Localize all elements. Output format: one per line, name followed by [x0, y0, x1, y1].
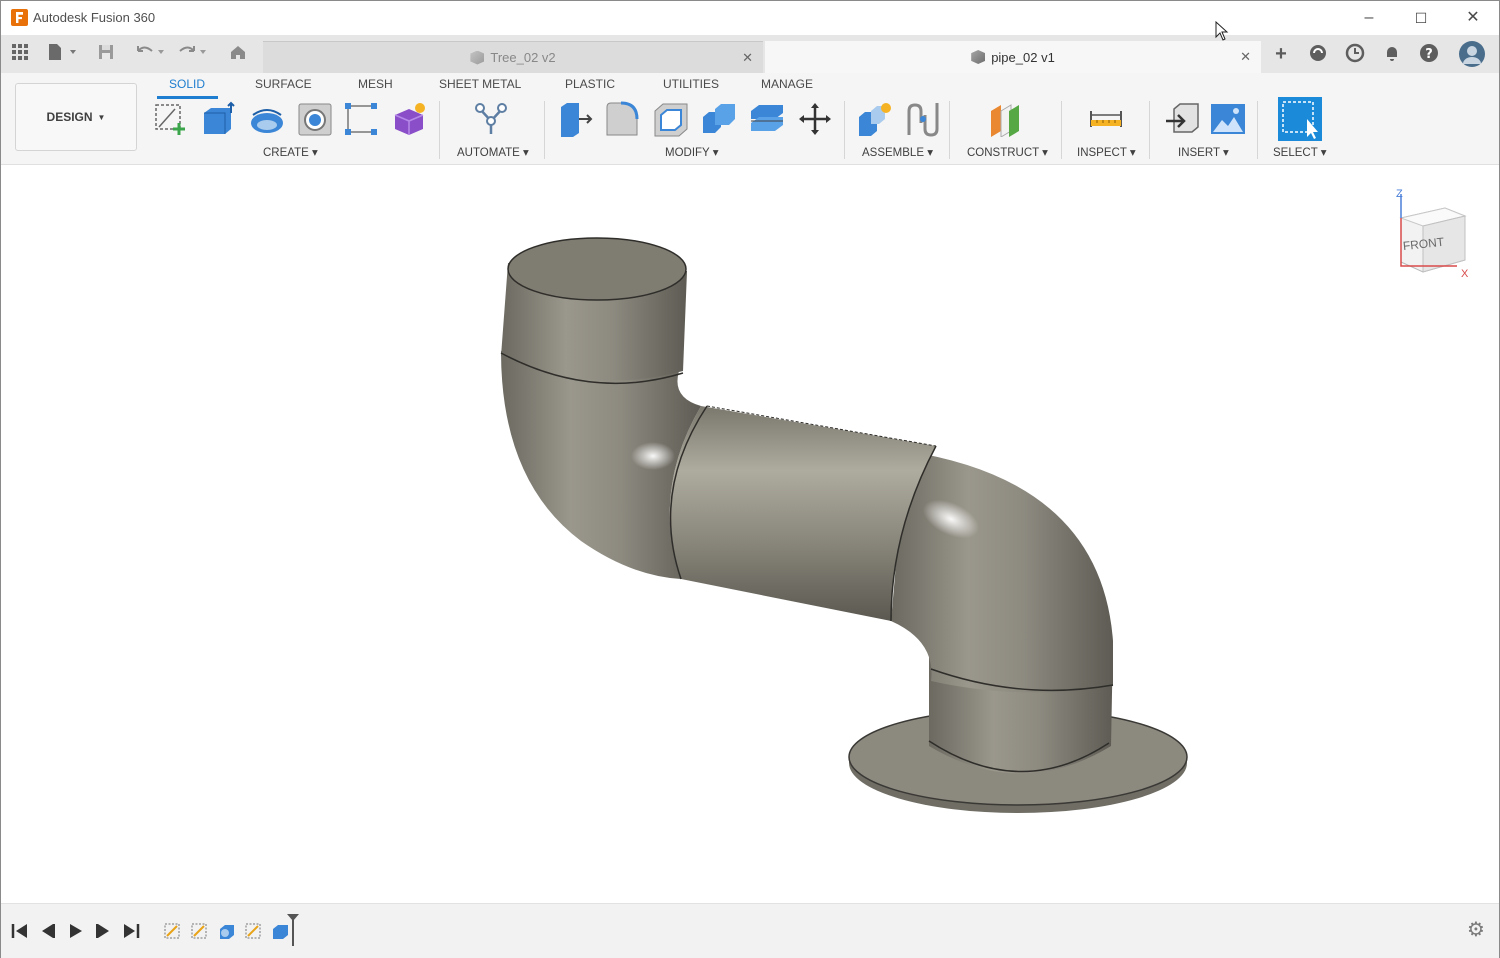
viewcube[interactable]: FRONT Z X: [1393, 186, 1473, 281]
maximize-button[interactable]: ☐: [1409, 7, 1433, 29]
toolbar-separator: [544, 101, 545, 159]
svg-text:?: ?: [1425, 47, 1433, 62]
tab-mesh[interactable]: MESH: [358, 77, 393, 91]
group-modify[interactable]: MODIFY ▾: [665, 145, 718, 159]
new-component-icon[interactable]: [857, 101, 893, 137]
tab-label: pipe_02 v1: [991, 49, 1055, 65]
chevron-down-icon: ▼: [97, 112, 106, 122]
insert-derive-icon[interactable]: [1164, 101, 1200, 137]
fusion-logo-icon: [11, 9, 28, 26]
combine-icon[interactable]: [701, 101, 737, 137]
group-automate[interactable]: AUTOMATE ▾: [457, 145, 529, 159]
ribbon-toolbar: DESIGN ▼ SOLID SURFACE MESH SHEET METAL …: [1, 73, 1499, 165]
redo-icon[interactable]: [175, 43, 209, 63]
title-bar: Autodesk Fusion 360 – ☐ ✕: [1, 1, 1499, 35]
axis-z-label: Z: [1396, 188, 1403, 200]
go-to-start-icon[interactable]: [10, 921, 30, 941]
window-title: Autodesk Fusion 360: [33, 10, 156, 25]
group-inspect[interactable]: INSPECT ▾: [1077, 145, 1136, 159]
user-avatar[interactable]: [1459, 41, 1485, 67]
split-body-icon[interactable]: [749, 101, 785, 137]
active-tab-indicator: [157, 96, 218, 99]
create-sketch-icon[interactable]: [153, 101, 189, 137]
mouse-cursor-icon: [1215, 21, 1229, 41]
close-button[interactable]: ✕: [1461, 7, 1485, 29]
measure-icon[interactable]: [1088, 101, 1124, 137]
home-icon[interactable]: [228, 43, 248, 63]
play-icon[interactable]: [65, 921, 85, 941]
toolbar-separator: [439, 101, 440, 159]
group-create[interactable]: CREATE ▾: [263, 145, 318, 159]
save-icon[interactable]: [96, 43, 116, 63]
tab-tree-02[interactable]: Tree_02 v2 ✕: [263, 41, 763, 73]
group-insert[interactable]: INSERT ▾: [1178, 145, 1229, 159]
tab-manage[interactable]: MANAGE: [761, 77, 813, 91]
toolbar-separator: [949, 101, 950, 159]
tab-close-icon[interactable]: ✕: [742, 50, 753, 66]
fillet-icon[interactable]: [605, 101, 641, 137]
pipe-model[interactable]: [1, 166, 1499, 901]
tab-plastic[interactable]: PLASTIC: [565, 77, 615, 91]
shell-icon[interactable]: [653, 101, 689, 137]
component-icon: [971, 50, 986, 64]
axis-x-label: X: [1461, 268, 1469, 280]
hole-icon[interactable]: [297, 101, 333, 137]
move-copy-icon[interactable]: [797, 101, 833, 137]
workspace-switcher-button[interactable]: DESIGN ▼: [15, 83, 137, 151]
timeline-sketch-feature-icon[interactable]: [163, 921, 183, 941]
tab-sheet-metal[interactable]: SHEET METAL: [439, 77, 521, 91]
extensions-icon[interactable]: [1307, 43, 1329, 65]
help-icon[interactable]: ?: [1418, 43, 1440, 65]
timeline-sketch-feature-icon[interactable]: [244, 921, 264, 941]
go-to-end-icon[interactable]: [121, 921, 141, 941]
toolbar-separator: [1061, 101, 1062, 159]
component-icon: [470, 50, 485, 65]
new-tab-plus-icon[interactable]: +: [1270, 43, 1292, 65]
app-window: Autodesk Fusion 360 – ☐ ✕ Tree_02 v2 ✕ p…: [0, 0, 1500, 958]
offset-plane-icon[interactable]: [987, 101, 1023, 138]
step-forward-icon[interactable]: [93, 921, 113, 941]
step-back-icon[interactable]: [38, 921, 58, 941]
revolve-icon[interactable]: [249, 101, 285, 137]
data-panel-grid-icon[interactable]: [10, 43, 30, 63]
extrude-icon[interactable]: [201, 101, 237, 137]
tab-label: Tree_02 v2: [490, 50, 556, 65]
3d-viewport[interactable]: FRONT Z X: [1, 166, 1499, 901]
group-assemble[interactable]: ASSEMBLE ▾: [862, 145, 933, 159]
undo-icon[interactable]: [133, 43, 167, 63]
workspace-label: DESIGN: [46, 110, 93, 124]
minimize-button[interactable]: –: [1357, 7, 1381, 29]
tab-solid[interactable]: SOLID: [169, 77, 205, 91]
insert-canvas-icon[interactable]: [1210, 101, 1246, 137]
notifications-bell-icon[interactable]: [1381, 43, 1403, 65]
joint-icon[interactable]: [905, 101, 941, 137]
tab-surface[interactable]: SURFACE: [255, 77, 312, 91]
group-construct[interactable]: CONSTRUCT ▾: [967, 145, 1048, 159]
group-select[interactable]: SELECT ▾: [1273, 145, 1327, 159]
timeline-marker[interactable]: [286, 913, 300, 947]
timeline-settings-gear-icon[interactable]: ⚙: [1465, 919, 1487, 941]
create-form-icon[interactable]: [391, 101, 427, 137]
toolbar-separator: [1149, 101, 1150, 159]
select-icon[interactable]: [1278, 97, 1322, 141]
timeline-sweep-feature-icon[interactable]: [217, 921, 237, 941]
tab-pipe-02[interactable]: pipe_02 v1 ✕: [765, 41, 1261, 73]
toolbar-separator: [844, 101, 845, 159]
tab-close-icon[interactable]: ✕: [1240, 49, 1251, 65]
file-menu-icon[interactable]: [45, 43, 79, 63]
timeline-sketch-feature-icon[interactable]: [190, 921, 210, 941]
automate-icon[interactable]: [473, 101, 509, 137]
press-pull-icon[interactable]: [557, 101, 593, 137]
pattern-icon[interactable]: [343, 101, 379, 137]
toolbar-separator: [1257, 101, 1258, 159]
job-status-clock-icon[interactable]: [1344, 43, 1366, 65]
tab-utilities[interactable]: UTILITIES: [663, 77, 719, 91]
